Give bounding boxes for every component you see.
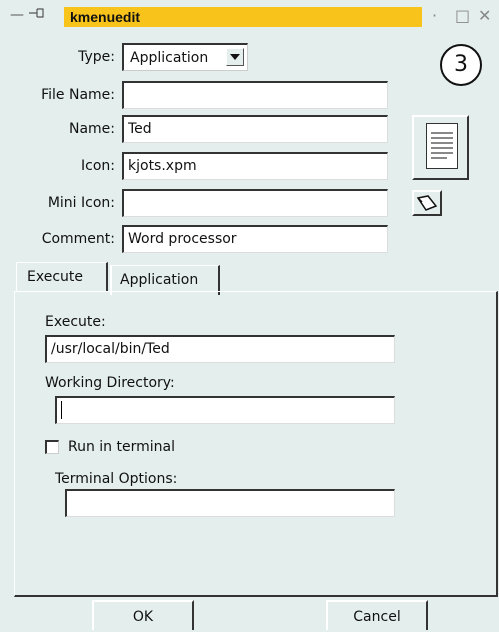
name-label: Name: bbox=[68, 121, 115, 137]
execute-label: Execute: bbox=[45, 314, 106, 330]
terminal-options-label: Terminal Options: bbox=[55, 471, 178, 487]
step-number-badge: 3 bbox=[440, 44, 482, 86]
run-in-terminal-label[interactable]: Run in terminal bbox=[68, 438, 175, 456]
window-title: kmenuedit bbox=[64, 7, 422, 27]
type-select[interactable]: Application bbox=[122, 43, 248, 71]
type-label: Type: bbox=[78, 49, 115, 65]
text-caret bbox=[61, 401, 62, 419]
mini-icon-button[interactable] bbox=[412, 190, 442, 216]
icon-preview-button[interactable] bbox=[412, 115, 469, 180]
maximize-button[interactable]: □ bbox=[455, 6, 470, 26]
close-button[interactable]: ✕ bbox=[478, 6, 491, 26]
working-directory-field[interactable] bbox=[55, 396, 395, 424]
file-name-label: File Name: bbox=[41, 87, 115, 103]
comment-field[interactable]: Word processor bbox=[122, 225, 388, 253]
window-menu-icon[interactable]: — bbox=[10, 7, 24, 23]
chevron-down-icon[interactable] bbox=[226, 48, 244, 66]
title-bar: — kmenuedit · □ ✕ bbox=[0, 0, 499, 32]
name-field[interactable]: Ted bbox=[122, 115, 388, 143]
type-select-value: Application bbox=[130, 50, 209, 66]
document-icon bbox=[426, 123, 458, 169]
icon-label: Icon: bbox=[81, 158, 115, 174]
terminal-options-field[interactable] bbox=[65, 489, 395, 517]
comment-label: Comment: bbox=[41, 231, 115, 247]
pin-icon[interactable] bbox=[28, 6, 46, 24]
tab-execute[interactable]: Execute bbox=[16, 262, 108, 292]
mini-icon-field[interactable] bbox=[122, 189, 388, 217]
icon-field[interactable]: kjots.xpm bbox=[122, 152, 388, 180]
wand-icon bbox=[416, 195, 438, 211]
run-in-terminal-checkbox[interactable] bbox=[45, 440, 59, 454]
minimize-button[interactable]: · bbox=[432, 6, 437, 26]
working-directory-label: Working Directory: bbox=[45, 375, 175, 391]
cancel-button[interactable]: Cancel bbox=[326, 600, 428, 630]
file-name-field[interactable] bbox=[122, 81, 388, 109]
execute-field[interactable]: /usr/local/bin/Ted bbox=[45, 335, 395, 363]
mini-icon-label: Mini Icon: bbox=[47, 195, 115, 211]
ok-button[interactable]: OK bbox=[92, 600, 194, 630]
